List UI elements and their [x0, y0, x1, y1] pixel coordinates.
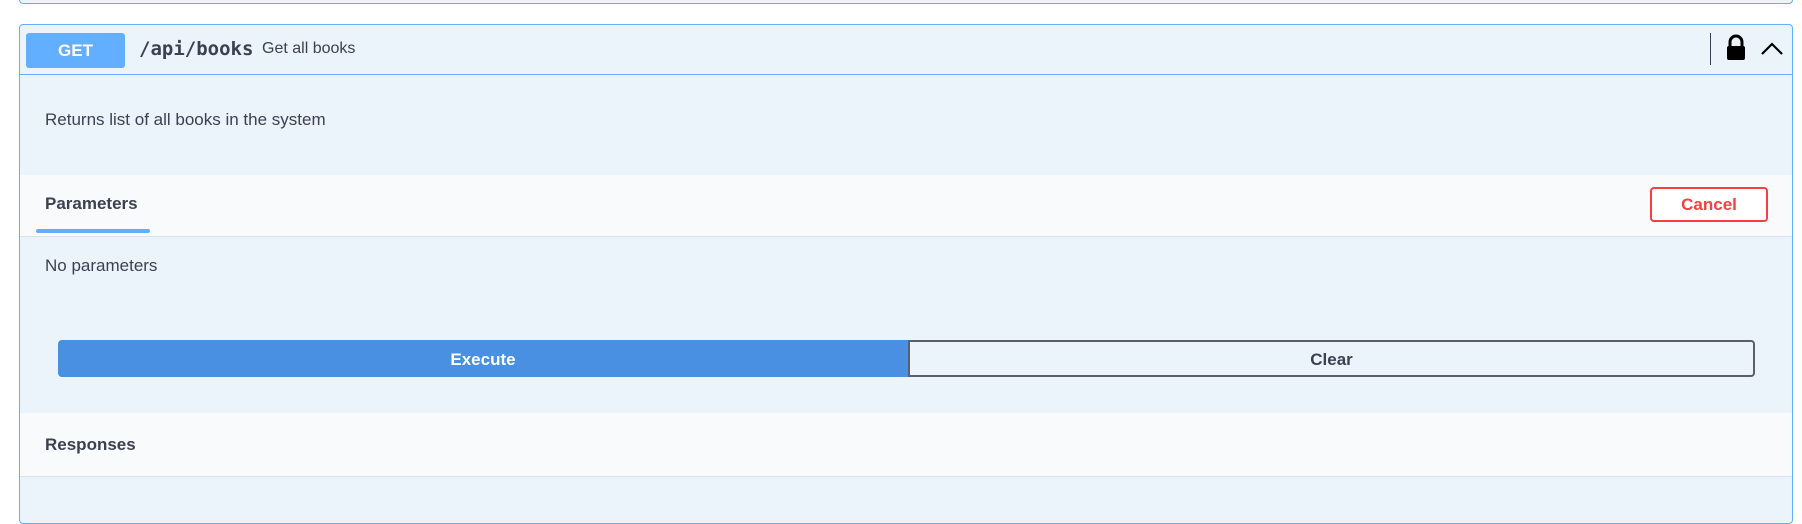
tab-parameters[interactable]: Parameters	[45, 194, 138, 214]
lock-icon[interactable]	[1725, 34, 1747, 62]
tab-underline	[36, 229, 150, 233]
responses-title: Responses	[45, 435, 136, 454]
clear-button[interactable]: Clear	[908, 340, 1755, 377]
operation-summary[interactable]: GET /api/books Get all books	[20, 25, 1792, 75]
previous-operation-block	[19, 0, 1793, 4]
responses-header: Responses	[20, 413, 1792, 477]
operation-summary-text: Get all books	[262, 40, 356, 57]
parameters-header: Parameters Cancel	[20, 175, 1792, 237]
execute-button[interactable]: Execute	[58, 340, 908, 377]
operation-block-get-books: GET /api/books Get all books Returns lis…	[19, 24, 1793, 524]
cancel-button[interactable]: Cancel	[1650, 187, 1768, 222]
operation-description: Returns list of all books in the system	[45, 110, 326, 129]
operation-path: /api/books	[139, 38, 254, 60]
method-badge: GET	[26, 33, 125, 68]
no-parameters-text: No parameters	[45, 256, 158, 275]
chevron-up-icon[interactable]	[1759, 37, 1785, 61]
execute-wrapper: Execute Clear	[58, 340, 1755, 377]
summary-divider	[1710, 33, 1711, 65]
